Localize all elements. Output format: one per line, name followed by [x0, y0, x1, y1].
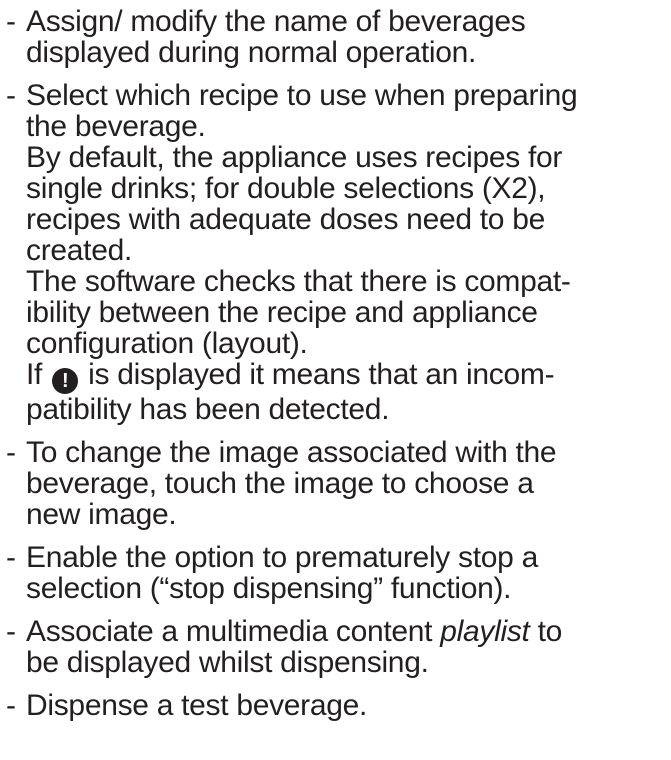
item-text-line-with-icon: If ! is displayed it means that an incom… — [26, 359, 666, 394]
item-text-line: single drinks; for double selections (X2… — [26, 172, 546, 205]
item-text-fragment: is displayed it means that an incom- — [88, 358, 555, 391]
item-text-line: Assign/ modify the name of beverages — [26, 5, 526, 38]
item-text-line: To change the image associated with the — [26, 436, 557, 469]
item-text-line: Dispense a test beverage. — [26, 689, 368, 722]
item-text-fragment: If — [26, 358, 43, 391]
item-text-line: patibility has been detected. — [26, 393, 390, 426]
item-text-line: be displayed whilst dispensing. — [26, 646, 429, 679]
bullet-dash: - — [6, 436, 16, 469]
bullet-dash: - — [6, 541, 16, 574]
item-text-line: Enable the option to prematurely stop a — [26, 541, 538, 574]
item-text-line: configuration (layout). — [26, 327, 308, 360]
warning-icon: ! — [52, 368, 79, 394]
item-text-fragment: Associate a multimedia content — [26, 615, 433, 648]
item-text-line: beverage, touch the image to choose a — [26, 467, 534, 500]
item-text-fragment: to — [537, 615, 563, 648]
instruction-list: - Assign/ modify the name of beverages d… — [6, 6, 666, 733]
playlist-term: playlist — [440, 615, 530, 648]
list-item: - Enable the option to prematurely stop … — [6, 542, 666, 604]
item-text-line: The software checks that there is compat… — [26, 265, 571, 298]
item-text-line: new image. — [26, 498, 177, 531]
item-text-line: recipes with adequate doses need to be — [26, 203, 545, 236]
list-item: - Dispense a test beverage. — [6, 690, 666, 721]
item-text-line: created. — [26, 234, 132, 267]
item-text-line: selection (“stop dispensing” function). — [26, 572, 512, 605]
item-text-line: By default, the appliance uses recipes f… — [26, 141, 563, 174]
list-item: - To change the image associated with th… — [6, 437, 666, 530]
item-text-line: the beverage. — [26, 110, 206, 143]
bullet-dash: - — [6, 5, 16, 38]
list-item: - Select which recipe to use when prepar… — [6, 80, 666, 425]
list-item: - Associate a multimedia content playlis… — [6, 616, 666, 678]
item-text-line: ibility between the recipe and appliance — [26, 296, 538, 329]
item-text-line: Select which recipe to use when preparin… — [26, 79, 578, 112]
bullet-dash: - — [6, 615, 16, 648]
list-item: - Assign/ modify the name of beverages d… — [6, 6, 666, 68]
item-text-line: Associate a multimedia content playlist … — [26, 616, 666, 647]
bullet-dash: - — [6, 79, 16, 112]
bullet-dash: - — [6, 689, 16, 722]
item-text-line: displayed during normal operation. — [26, 36, 477, 69]
